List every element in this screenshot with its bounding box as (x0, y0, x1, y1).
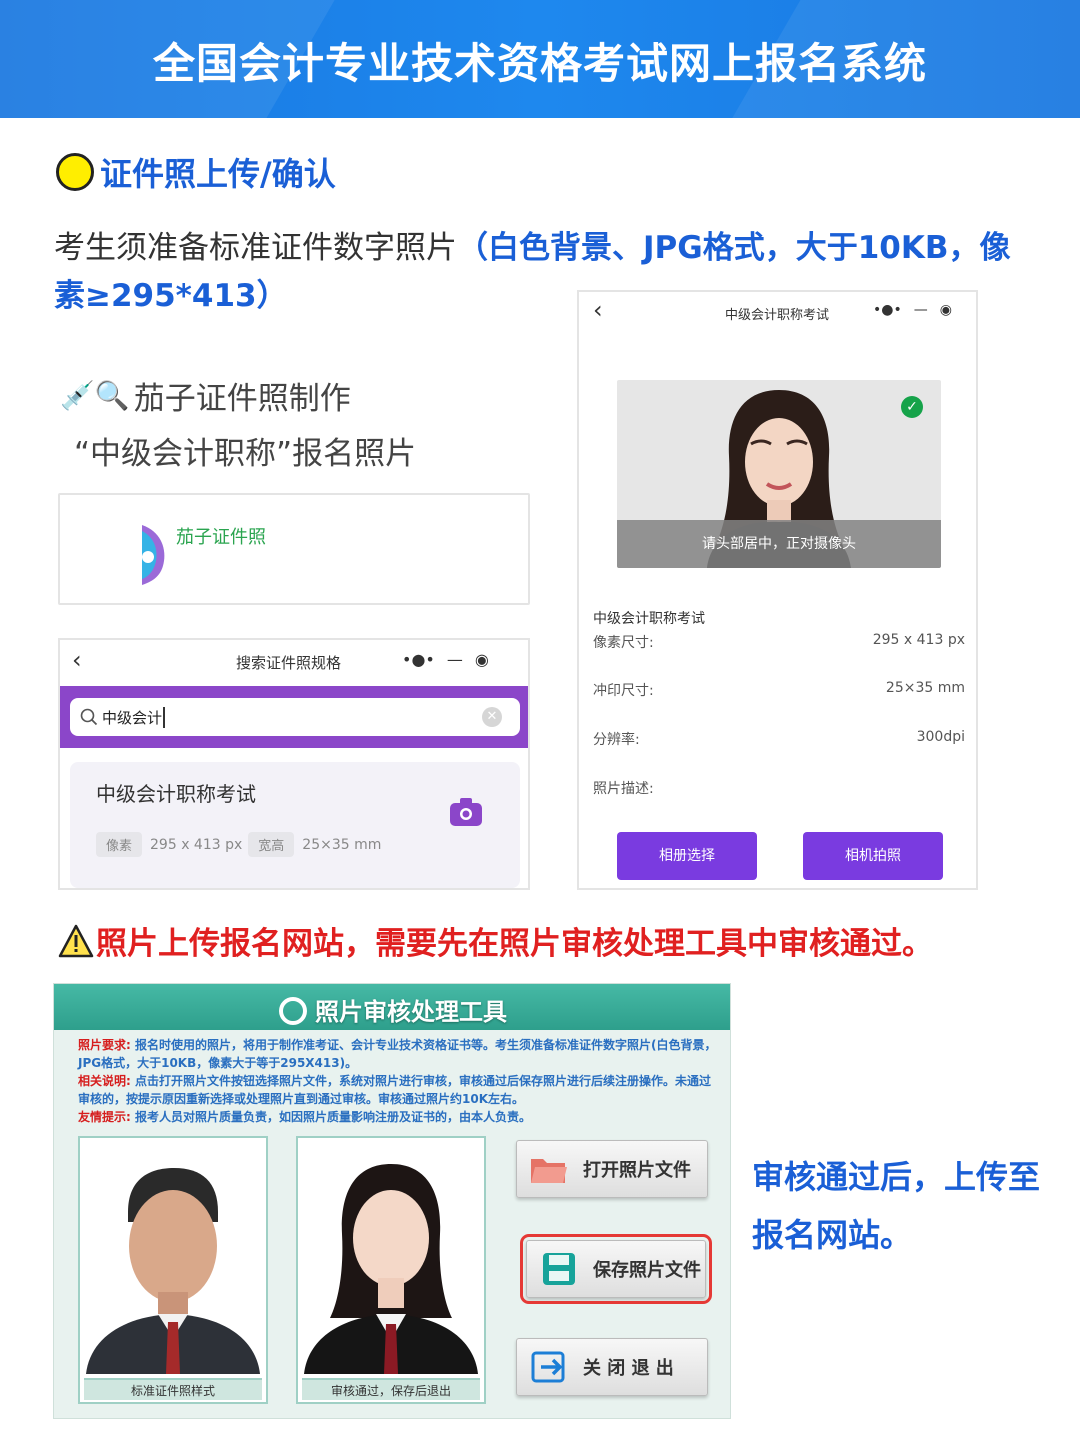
sample-man-photo (84, 1142, 262, 1374)
spec-value: 300dpi (916, 729, 965, 745)
save-photo-label: 保存照片文件 (593, 1260, 701, 1281)
uploaded-caption: 审核通过，保存后退出 (302, 1378, 480, 1400)
verified-check-icon: ✓ (901, 396, 923, 418)
save-icon (543, 1253, 575, 1285)
miniapp-capsule[interactable]: •●• — ◉ (402, 650, 489, 669)
nav-title: 搜索证件照规格 (236, 654, 342, 672)
req-text: 报名时使用的照片，将用于制作准考证、会计专业技术资格证书等。考生须准备标准证件数… (78, 1038, 717, 1070)
sample-photo-frame: 标准证件照样式 (78, 1136, 268, 1404)
search-icon (80, 708, 98, 726)
search-query: 中级会计 (102, 706, 166, 728)
section-title: 证件照上传/确认 (100, 155, 336, 193)
desc-label: 相关说明: (78, 1074, 131, 1088)
spec-label: 分辨率: (593, 732, 640, 748)
app-heading-text: 茄子证件照制作 (133, 380, 351, 417)
close-target-icon[interactable]: ◉ (475, 650, 489, 669)
app-card[interactable]: 茄子证件照 (58, 493, 530, 605)
close-exit-label: 关 闭 退 出 (583, 1358, 674, 1379)
side-note-line1: 审核通过后，上传至 (752, 1158, 1041, 1196)
spec-row-print: 冲印尺寸: 25×35 mm (593, 680, 965, 700)
tool-instructions: 照片要求: 报名时使用的照片，将用于制作准考证、会计专业技术资格证书等。考生须准… (78, 1036, 718, 1126)
spec-label: 冲印尺寸: (593, 683, 654, 699)
tool-logo-icon (279, 997, 307, 1025)
nav-bar: ‹ 搜索证件照规格 •●• — ◉ (60, 640, 528, 684)
more-icon[interactable]: •●• (402, 650, 435, 669)
uploaded-woman-photo (302, 1142, 480, 1374)
app-subheading: “中级会计职称”报名照片 (74, 436, 417, 472)
section-header: 证件照上传/确认 (56, 152, 336, 193)
tip-label: 友情提示: (78, 1110, 131, 1124)
folder-icon (531, 1159, 567, 1183)
camera-shoot-button[interactable]: 相机拍照 (803, 832, 943, 880)
req-label: 照片要求: (78, 1038, 131, 1052)
tool-title-text: 照片审核处理工具 (315, 998, 507, 1026)
camera-icon[interactable] (450, 798, 482, 826)
spec-label: 像素尺寸: (593, 635, 654, 651)
minimize-icon[interactable]: — (447, 650, 463, 669)
intro-main: 考生须准备标准证件数字照片 (54, 230, 457, 266)
clear-icon[interactable]: ✕ (482, 707, 502, 727)
exit-icon (531, 1351, 565, 1383)
app-heading-icons: 💉🔍 (60, 378, 130, 412)
desc-text: 点击打开照片文件按钮选择照片文件，系统对照片进行审核，审核通过后保存照片进行后续… (78, 1074, 712, 1106)
result-item[interactable]: 中级会计职称考试 像素 295 x 413 px 宽高 25×35 mm (70, 762, 520, 888)
banner-title: 全国会计专业技术资格考试网上报名系统 (152, 39, 927, 88)
close-target-icon[interactable]: ◉ (940, 302, 952, 318)
result-title: 中级会计职称考试 (96, 782, 256, 806)
spec-row-desc: 照片描述: (593, 778, 965, 798)
open-photo-label: 打开照片文件 (583, 1160, 691, 1181)
sample-caption: 标准证件照样式 (84, 1378, 262, 1400)
result-specs: 像素 295 x 413 px 宽高 25×35 mm (96, 832, 387, 857)
search-bar: 中级会计 ✕ (60, 686, 528, 748)
save-photo-button[interactable]: 保存照片文件 (520, 1234, 712, 1304)
spec-value: 295 x 413 px (872, 632, 965, 648)
nav-title: 中级会计职称考试 (725, 308, 830, 323)
app-name: 茄子证件照 (176, 527, 266, 548)
close-exit-button[interactable]: 关 闭 退 出 (516, 1338, 708, 1396)
camera-screen: ‹ 中级会计职称考试 •●• — ◉ ✓ 请头部居中，正对摄像头 中级会计职称考… (577, 290, 978, 890)
size-value: 25×35 mm (302, 836, 382, 853)
camera-preview: ✓ 请头部居中，正对摄像头 (617, 380, 941, 568)
minimize-icon[interactable]: — (914, 302, 928, 318)
search-input[interactable]: 中级会计 ✕ (70, 698, 520, 736)
more-icon[interactable]: •●• (873, 302, 902, 318)
warning-line: 照片上传报名网站，需要先在照片审核处理工具中审核通过。 (58, 918, 933, 963)
warning-icon (58, 924, 94, 957)
miniapp-capsule[interactable]: •●• — ◉ (873, 302, 952, 318)
spec-value: 25×35 mm (885, 680, 965, 696)
spec-row-dpi: 分辨率: 300dpi (593, 729, 965, 749)
search-screen: ‹ 搜索证件照规格 •●• — ◉ 中级会计 ✕ 中级会计职称考试 像素 295… (58, 638, 530, 890)
size-chip: 宽高 (248, 832, 295, 857)
yellow-circle-icon (56, 153, 94, 191)
pixel-value: 295 x 413 px (150, 836, 243, 853)
camera-hint: 请头部居中，正对摄像头 (617, 520, 941, 568)
album-select-button[interactable]: 相册选择 (617, 832, 757, 880)
tool-title: 照片审核处理工具 (54, 992, 730, 1027)
warning-text: 照片上传报名网站，需要先在照片审核处理工具中审核通过。 (96, 926, 933, 962)
tip-text: 报考人员对照片质量负责，如因照片质量影响注册及证书的，由本人负责。 (135, 1110, 532, 1124)
back-icon[interactable]: ‹ (593, 296, 603, 324)
uploaded-photo-frame: 审核通过，保存后退出 (296, 1136, 486, 1404)
back-icon[interactable]: ‹ (72, 646, 82, 674)
side-note-line2: 报名网站。 (752, 1216, 913, 1254)
spec-row-pixels: 像素尺寸: 295 x 413 px (593, 632, 965, 652)
pixel-chip: 像素 (96, 832, 143, 857)
review-tool-window: 照片审核处理工具 照片要求: 报名时使用的照片，将用于制作准考证、会计专业技术资… (53, 983, 731, 1419)
app-logo-icon (142, 525, 165, 585)
spec-title: 中级会计职称考试 (593, 611, 705, 627)
open-photo-button[interactable]: 打开照片文件 (516, 1140, 708, 1198)
app-heading: 💉🔍 茄子证件照制作 (60, 372, 351, 418)
side-note: 审核通过后，上传至 报名网站。 (752, 1148, 1052, 1264)
spec-label: 照片描述: (593, 781, 654, 797)
